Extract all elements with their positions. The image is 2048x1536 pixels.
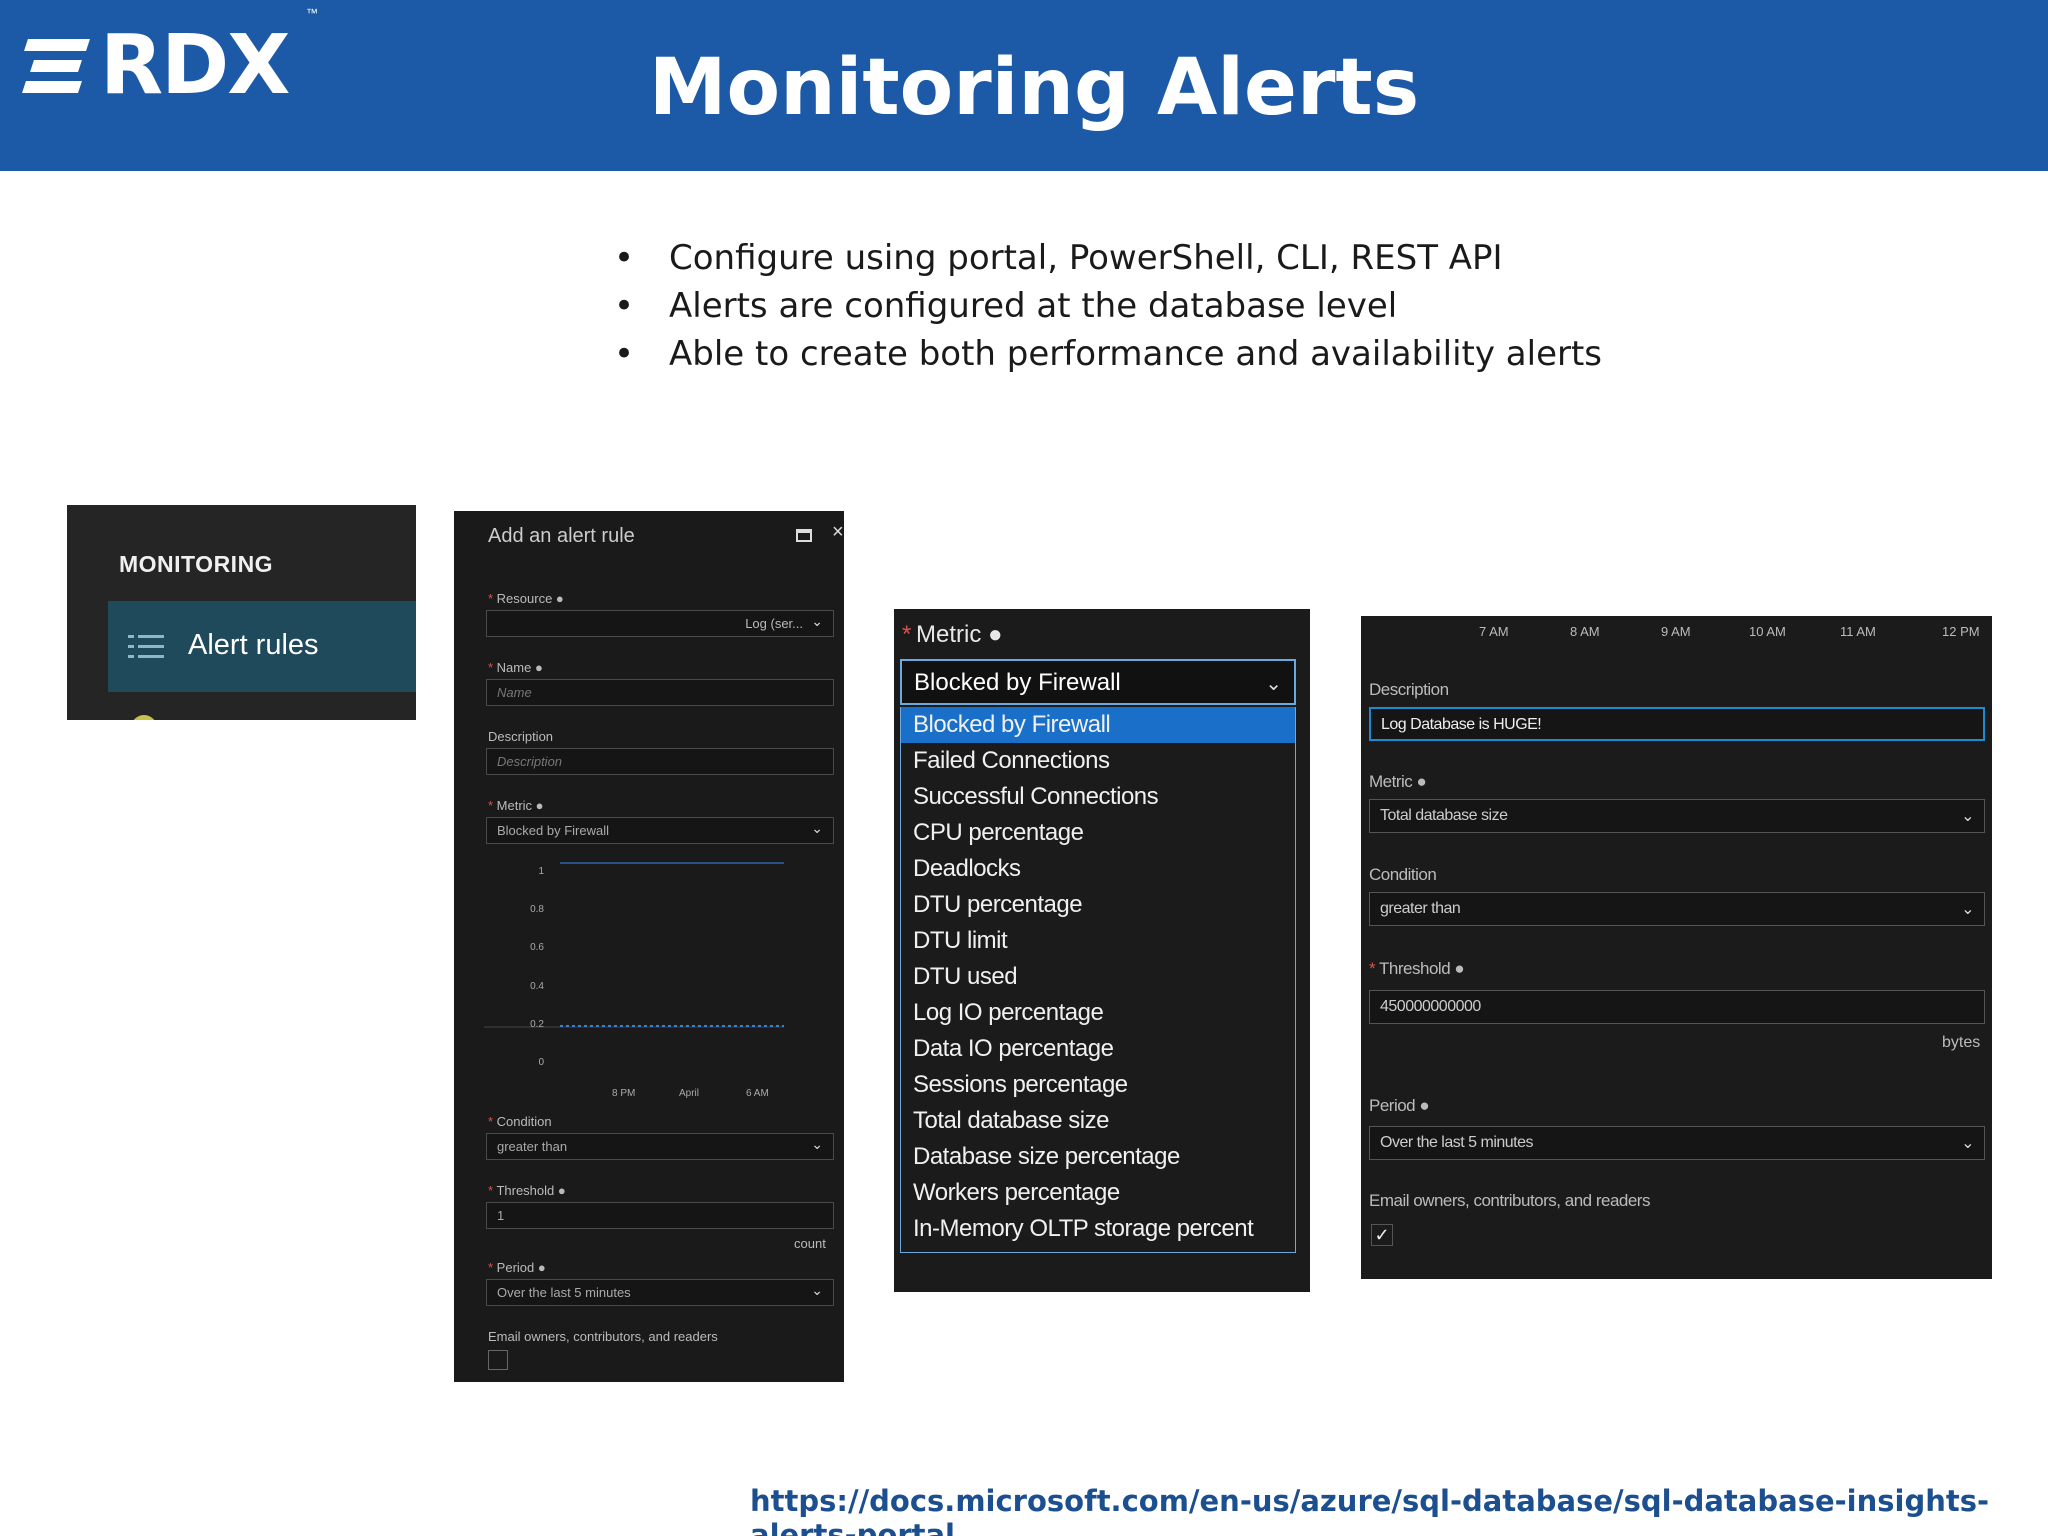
chevron-down-icon: ⌄ (811, 820, 823, 836)
bullet-list: Configure using portal, PowerShell, CLI,… (614, 234, 1602, 378)
description-input[interactable]: Description (486, 748, 834, 775)
chevron-down-icon: ⌄ (811, 613, 823, 629)
metric-option[interactable]: Deadlocks (901, 851, 1295, 887)
x-tick: 8 PM (612, 1088, 636, 1099)
slide-header: RDX ™ Monitoring Alerts (0, 0, 2048, 171)
chevron-down-icon: ⌄ (1961, 808, 1974, 825)
metric-select[interactable]: Blocked by Firewall ⌄ (900, 659, 1296, 705)
period-select[interactable]: Over the last 5 minutes ⌄ (1369, 1126, 1985, 1160)
partial-icon (131, 715, 157, 720)
metric-option[interactable]: Database size percentage (901, 1139, 1295, 1175)
chevron-down-icon: ⌄ (1961, 901, 1974, 918)
blade-title: Add an alert rule (488, 525, 635, 547)
y-tick: 0.8 (530, 904, 544, 915)
slide-title: Monitoring Alerts (648, 43, 1420, 133)
threshold-input[interactable]: 450000000000 (1369, 990, 1985, 1024)
email-label: Email owners, contributors, and readers (1369, 1191, 1650, 1210)
metric-chart (484, 862, 784, 1028)
condition-select[interactable]: greater than ⌄ (1369, 892, 1985, 926)
metric-option[interactable]: DTU limit (901, 923, 1295, 959)
metric-label: * Metric ● (488, 798, 544, 813)
resource-select[interactable]: Log (ser... ⌄ (486, 610, 834, 637)
metric-dropdown-screenshot: * Metric ● Blocked by Firewall ⌄ Blocked … (894, 609, 1310, 1292)
period-label: Period ● (1369, 1096, 1430, 1115)
period-select[interactable]: Over the last 5 minutes ⌄ (486, 1279, 834, 1306)
threshold-label: * Threshold ● (488, 1183, 566, 1198)
y-tick: 0 (538, 1057, 544, 1068)
y-tick: 0.2 (530, 1019, 544, 1030)
email-checkbox[interactable] (488, 1350, 508, 1370)
email-checkbox[interactable]: ✓ (1371, 1224, 1393, 1246)
metric-option[interactable]: Sessions percentage (901, 1067, 1295, 1103)
time-tick: 8 AM (1570, 624, 1600, 639)
logo-trademark: ™ (306, 6, 318, 20)
bullet-item: Alerts are configured at the database le… (614, 282, 1602, 330)
time-tick: 12 PM (1942, 624, 1980, 639)
condition-select[interactable]: greater than ⌄ (486, 1133, 834, 1160)
monitoring-section-title: MONITORING (119, 551, 274, 577)
condition-label: Condition (1369, 865, 1437, 884)
chevron-down-icon: ⌄ (811, 1282, 823, 1298)
threshold-unit: count (794, 1236, 826, 1251)
time-tick: 11 AM (1840, 624, 1876, 639)
monitoring-menu-screenshot: MONITORING Alert rules (67, 505, 416, 720)
name-input[interactable]: Name (486, 679, 834, 706)
alert-rules-menu-item[interactable]: Alert rules (108, 601, 416, 692)
chevron-down-icon: ⌄ (1265, 673, 1282, 695)
name-label: * Name ● (488, 660, 543, 675)
metric-option[interactable]: In-Memory OLTP storage percent (901, 1211, 1295, 1247)
resource-label: * Resource ● (488, 591, 564, 606)
chevron-down-icon: ⌄ (1961, 1135, 1974, 1152)
add-alert-rule-screenshot: Add an alert rule × * Resource ● Log (se… (454, 511, 844, 1382)
y-tick: 1 (538, 866, 544, 877)
description-label: Description (1369, 680, 1449, 699)
maximize-icon[interactable] (796, 529, 812, 542)
metric-select[interactable]: Total database size ⌄ (1369, 799, 1985, 833)
metric-option[interactable]: Workers percentage (901, 1175, 1295, 1211)
x-tick: April (679, 1088, 700, 1099)
threshold-unit: bytes (1942, 1034, 1981, 1051)
alert-rules-label: Alert rules (188, 629, 319, 661)
reference-link[interactable]: https://docs.microsoft.com/en-us/azure/s… (750, 1484, 2048, 1536)
bullet-item: Able to create both performance and avai… (614, 330, 1602, 378)
metric-label: Metric ● (1369, 772, 1427, 791)
metric-select[interactable]: Blocked by Firewall ⌄ (486, 817, 834, 844)
checkmark-icon: ✓ (1374, 1225, 1390, 1245)
metric-option[interactable]: DTU used (901, 959, 1295, 995)
metric-option[interactable]: Total database size (901, 1103, 1295, 1139)
description-label: Description (488, 729, 554, 744)
metric-option[interactable]: Data IO percentage (901, 1031, 1295, 1067)
email-label: Email owners, contributors, and readers (488, 1329, 718, 1344)
threshold-input[interactable]: 1 (486, 1202, 834, 1229)
description-input[interactable]: Log Database is HUGE! (1369, 707, 1985, 741)
metric-option[interactable]: DTU percentage (901, 887, 1295, 923)
chevron-down-icon: ⌄ (811, 1136, 823, 1152)
close-icon[interactable]: × (832, 521, 844, 544)
threshold-label: * Threshold ● (1369, 959, 1465, 978)
condition-label: * Condition (488, 1114, 552, 1129)
metric-option[interactable]: Failed Connections (901, 743, 1295, 779)
time-tick: 7 AM (1479, 624, 1509, 639)
metric-options-list: Blocked by Firewall Failed Connections S… (900, 707, 1296, 1253)
period-label: * Period ● (488, 1260, 546, 1275)
metric-option[interactable]: Log IO percentage (901, 995, 1295, 1031)
metric-option[interactable]: CPU percentage (901, 815, 1295, 851)
alert-config-screenshot: 7 AM 8 AM 9 AM 10 AM 11 AM 12 PM Descrip… (1361, 616, 1992, 1279)
y-tick: 0.4 (530, 981, 544, 992)
bullet-item: Configure using portal, PowerShell, CLI,… (614, 234, 1602, 282)
time-tick: 9 AM (1661, 624, 1691, 639)
x-tick: 6 AM (746, 1088, 769, 1099)
metric-option[interactable]: Successful Connections (901, 779, 1295, 815)
time-tick: 10 AM (1749, 624, 1786, 639)
metric-option[interactable]: Blocked by Firewall (901, 707, 1295, 743)
y-tick: 0.6 (530, 942, 544, 953)
list-icon (128, 633, 164, 661)
metric-label: * Metric ● (902, 621, 1003, 648)
